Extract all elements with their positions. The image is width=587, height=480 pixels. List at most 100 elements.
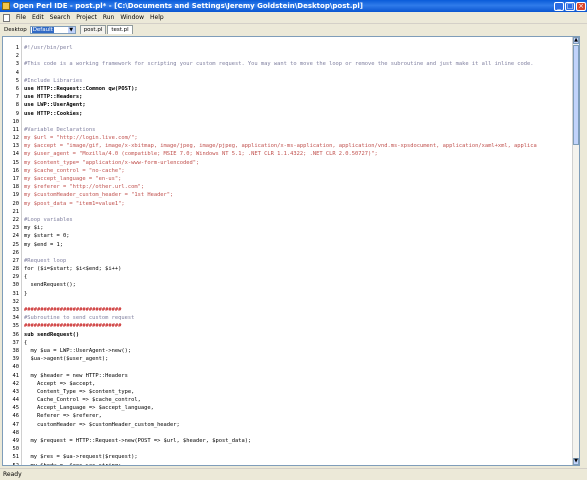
line-number: 50 <box>12 446 20 453</box>
tab-post-pl[interactable]: post.pl <box>79 25 107 34</box>
line-number: 46 <box>12 413 20 420</box>
line-number: 8 <box>15 102 19 109</box>
line-number: 17 <box>12 176 20 182</box>
code-line: 18 my $referer = "http://other.url.com"; <box>3 183 579 191</box>
code-text: use HTTP::Request::Common qw(POST); <box>24 85 138 92</box>
line-number: 3 <box>15 61 19 68</box>
document-icon[interactable] <box>3 13 10 22</box>
line-number: 39 <box>12 356 20 363</box>
scroll-down-icon[interactable]: ▼ <box>573 458 579 465</box>
code-line: 10 <box>3 118 579 126</box>
code-line: 48 <box>3 429 579 437</box>
code-line: 33 ############################## <box>3 306 579 314</box>
vertical-scrollbar[interactable]: ▲ ▼ <box>572 37 579 465</box>
code-text: { <box>24 274 28 281</box>
code-lines: 1 #!/usr/bin/perl 2 3 #This code is a workin… <box>3 44 579 466</box>
code-text: my $header = new HTTP::Headers <box>24 372 128 379</box>
code-line: 30 sendRequest(); <box>3 281 579 289</box>
line-number: 25 <box>12 241 20 248</box>
menu-search[interactable]: Search <box>47 12 74 23</box>
code-text: #Loop variables <box>24 216 73 223</box>
code-line: 20 my $post_data = "item1=value1"; <box>3 200 579 208</box>
line-number: 11 <box>12 126 20 133</box>
minimize-button[interactable]: _ <box>554 1 564 11</box>
code-line: 5 #Include Libraries <box>3 77 579 85</box>
code-text: #Request loop <box>24 257 67 264</box>
code-line: 32 <box>3 298 579 306</box>
line-number: 33 <box>12 307 20 313</box>
code-text: my $request = HTTP::Request->new(POST =>… <box>24 438 252 444</box>
code-line: 26 <box>3 249 579 257</box>
menu-project[interactable]: Project <box>73 12 100 23</box>
chevron-down-icon[interactable]: ▼ <box>67 26 75 33</box>
line-number: 27 <box>12 257 20 264</box>
code-text: my $body = $res->as_string; <box>24 462 122 466</box>
window-title: Open Perl IDE - post.pl* - [C:\Documents… <box>13 2 363 10</box>
close-button[interactable]: × <box>576 1 586 11</box>
code-line: 9 use HTTP::Cookies; <box>3 110 579 118</box>
line-number: 2 <box>15 53 19 60</box>
code-text: my $cache_control = "no-cache"; <box>24 167 125 174</box>
line-number: 12 <box>12 135 20 142</box>
code-text: my $url = "http://login.live.com/"; <box>24 135 138 142</box>
title-bar: Open Perl IDE - post.pl* - [C:\Documents… <box>0 0 587 12</box>
code-text: my $post_data = "item1=value1"; <box>24 200 125 207</box>
code-text: my $i; <box>24 225 44 232</box>
code-line: 37 { <box>3 339 579 347</box>
code-text: my $user_agent = "Mozilla/4.0 (compatibl… <box>24 151 378 158</box>
line-number: 48 <box>12 429 20 436</box>
menu-window[interactable]: Window <box>117 12 147 23</box>
code-line: 47 customHeader => $customHeader_custom_… <box>3 421 579 429</box>
code-line: 39 $ua->agent($user_agent); <box>3 355 579 363</box>
line-number: 43 <box>12 388 20 395</box>
line-number: 35 <box>12 323 20 330</box>
code-text: customHeader => $customHeader_custom_hea… <box>24 421 180 428</box>
desktop-select[interactable]: Default ▼ <box>29 25 76 34</box>
line-number: 15 <box>12 159 20 166</box>
line-number: 32 <box>12 298 20 305</box>
line-number: 14 <box>12 151 20 158</box>
menu-file[interactable]: File <box>13 12 29 23</box>
scroll-up-icon[interactable]: ▲ <box>573 37 579 44</box>
line-number: 13 <box>12 143 20 150</box>
line-number: 42 <box>12 380 20 387</box>
line-number: 37 <box>12 339 20 346</box>
code-text: my $start = 0; <box>24 233 70 240</box>
line-number: 31 <box>12 290 20 297</box>
line-number: 1 <box>15 45 19 51</box>
line-number: 21 <box>12 208 20 215</box>
line-number: 22 <box>12 216 20 223</box>
code-line: 46 Referer => $referer, <box>3 412 579 420</box>
menu-help[interactable]: Help <box>147 12 167 23</box>
line-number: 24 <box>12 233 20 240</box>
code-text: $ua->agent($user_agent); <box>24 356 109 363</box>
line-number: 52 <box>12 462 20 466</box>
code-line: 34 #Subroutine to send custom request <box>3 314 579 322</box>
line-number: 23 <box>12 225 20 232</box>
line-number: 30 <box>12 282 20 289</box>
menu-edit[interactable]: Edit <box>29 12 47 23</box>
code-editor[interactable]: 1 #!/usr/bin/perl 2 3 #This code is a workin… <box>2 36 580 466</box>
code-text: my $end = 1; <box>24 241 63 248</box>
line-number: 34 <box>12 315 20 322</box>
line-number: 26 <box>12 249 20 256</box>
code-line: 42 Accept => $accept, <box>3 380 579 388</box>
code-line: 2 <box>3 52 579 60</box>
code-text: #Include Libraries <box>24 77 83 84</box>
tab-test-pl[interactable]: test.pl <box>107 25 133 34</box>
scrollbar-thumb[interactable] <box>573 45 579 145</box>
menu-run[interactable]: Run <box>100 12 118 23</box>
status-bar: Ready <box>0 468 587 479</box>
code-line: 51 my $res = $ua->request($request); <box>3 453 579 461</box>
code-line: 50 <box>3 445 579 453</box>
line-number: 10 <box>12 118 20 125</box>
line-number: 7 <box>15 94 19 101</box>
code-text: use HTTP::Headers; <box>24 94 83 101</box>
line-number: 6 <box>15 85 19 92</box>
code-line: 27 #Request loop <box>3 257 579 265</box>
maximize-button[interactable]: □ <box>565 1 575 11</box>
